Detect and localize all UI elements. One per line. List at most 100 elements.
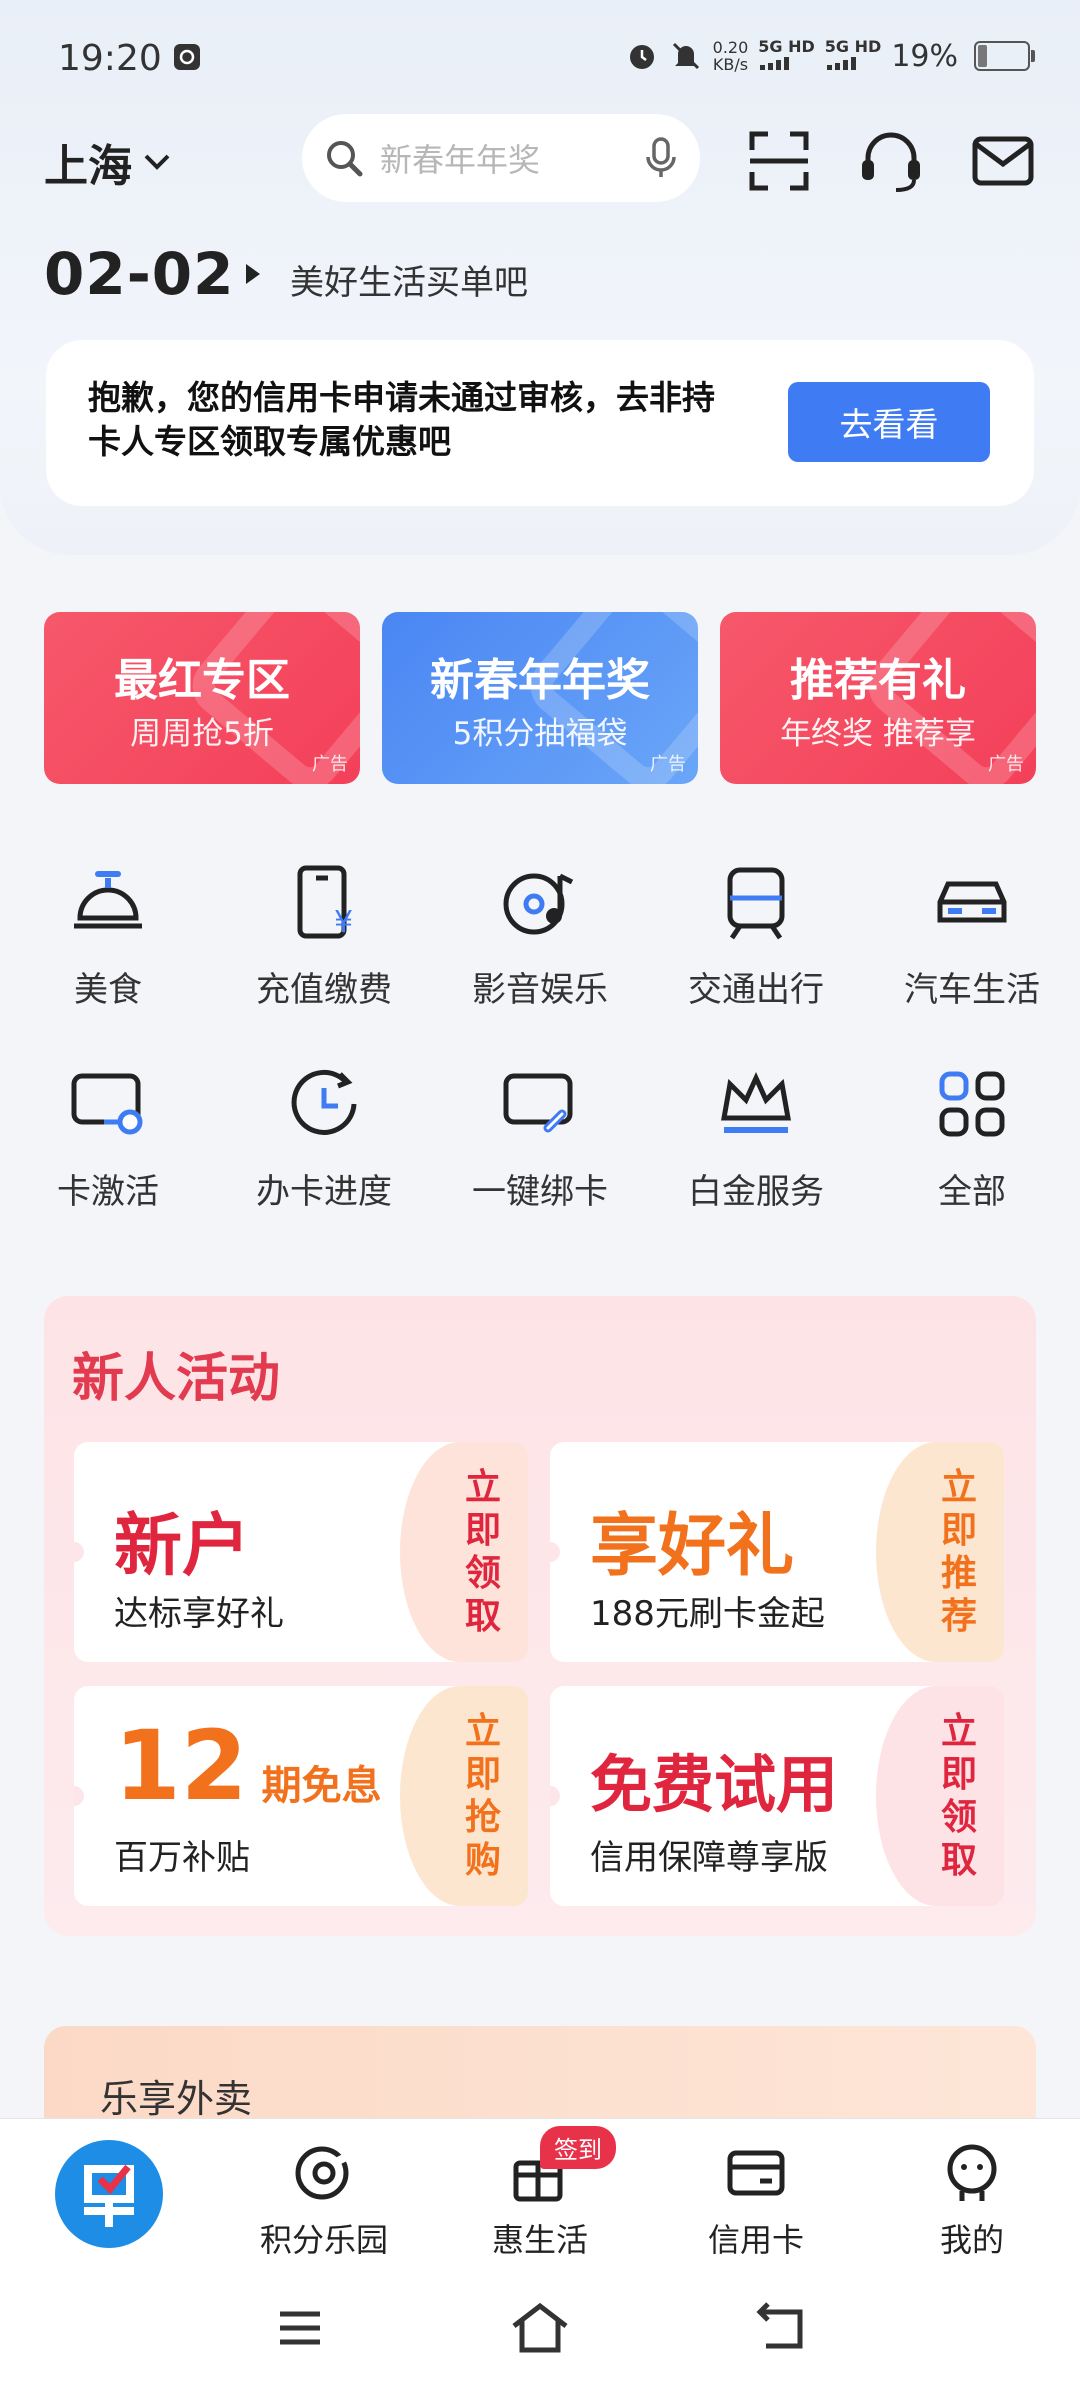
view-button[interactable]: 去看看 (788, 382, 990, 462)
coupon-headline: 新户 (114, 1507, 251, 1586)
progress-clock-icon (291, 1070, 357, 1135)
grid-label: 美食 (74, 970, 142, 1010)
coupon-headline: 免费试用 (590, 1748, 839, 1821)
application-notice-card: 抱歉，您的信用卡申请未通过审核，去非持卡人专区领取专属优惠吧 去看看 (46, 340, 1034, 506)
svg-text:¥: ¥ (334, 905, 353, 940)
section-title: 乐享外卖 (100, 2077, 253, 2121)
coupon-subtitle: 信用保障尊享版 (590, 1838, 828, 1878)
coupon-action: 立即领取 (940, 1711, 977, 1881)
coupon-headline: 12 期免息 (114, 1710, 382, 1822)
car-icon (937, 881, 1007, 923)
tab-label: 惠生活 (491, 2221, 588, 2259)
grid-item-card-activate[interactable]: 卡激活 (0, 1062, 216, 1222)
tab-label: 我的 (939, 2221, 1004, 2259)
grid-item-platinum[interactable]: 白金服务 (648, 1062, 864, 1222)
music-disc-icon (503, 873, 574, 935)
battery-percent: 19% (891, 38, 958, 74)
grid-label: 白金服务 (688, 1172, 824, 1212)
sim1-signal: 5G HD (758, 38, 815, 74)
crown-icon (721, 1071, 791, 1133)
promo-hottest[interactable]: 最红专区 周周抢5折 广告 (44, 612, 360, 784)
search-bar[interactable]: 新春年年奖 (302, 114, 700, 202)
coupon-new-account[interactable]: 新户 达标享好礼 立即领取 (74, 1442, 528, 1662)
ad-label: 广告 (988, 754, 1024, 775)
phone-recharge-icon: ¥ (297, 865, 353, 940)
play-triangle-icon (244, 262, 262, 290)
status-icons: 0.20 KB/s 5G HD 5G HD 19% (625, 38, 1035, 74)
sim2-signal: 5G HD (825, 38, 881, 74)
grid-label: 充值缴费 (256, 970, 392, 1010)
grid-label: 交通出行 (688, 970, 824, 1010)
system-nav-bar (0, 2268, 1080, 2388)
menu-icon[interactable] (270, 2298, 330, 2362)
coupon-gift[interactable]: 享好礼 188元刷卡金起 立即推荐 (550, 1442, 1004, 1662)
notice-text: 抱歉，您的信用卡申请未通过审核，去非持卡人专区领取专属优惠吧 (88, 378, 715, 461)
promo-new-year[interactable]: 新春年年奖 5积分抽福袋 广告 (382, 612, 698, 784)
coupon-subtitle: 达标享好礼 (114, 1594, 284, 1634)
promo-subtitle: 周周抢5折 (130, 716, 274, 752)
grid-item-dining[interactable]: 美食 (0, 860, 216, 1020)
grid-item-all[interactable]: 全部 (864, 1062, 1080, 1222)
coupon-action: 立即推荐 (940, 1467, 977, 1637)
mail-icon[interactable] (968, 126, 1038, 196)
promo-subtitle: 年终奖 推荐享 (780, 716, 976, 752)
coupon-action: 立即抢购 (464, 1711, 501, 1881)
grid-label: 一键绑卡 (472, 1172, 608, 1212)
grid-label: 影音娱乐 (472, 970, 608, 1010)
tab-label: 积分乐园 (259, 2221, 388, 2259)
promo-title: 推荐有礼 (790, 655, 966, 706)
grid-item-bind-card[interactable]: 一键绑卡 (432, 1062, 648, 1222)
grid-item-recharge[interactable]: ¥ 充值缴费 (216, 860, 432, 1020)
coupon-headline: 享好礼 (590, 1507, 795, 1586)
search-placeholder: 新春年年奖 (380, 141, 541, 179)
train-icon (727, 867, 785, 940)
grid-label: 汽车生活 (904, 970, 1040, 1010)
coupon-action: 立即领取 (464, 1467, 501, 1637)
grid-label: 全部 (938, 1172, 1006, 1212)
customer-service-icon[interactable] (856, 126, 926, 196)
city-selector[interactable]: 上海 (44, 130, 172, 194)
grid-item-card-progress[interactable]: 办卡进度 (216, 1062, 432, 1222)
alarm-icon (629, 45, 654, 69)
card-activate-icon (71, 1073, 143, 1135)
ad-label: 广告 (650, 754, 686, 775)
coupon-subtitle: 百万补贴 (114, 1838, 250, 1878)
tab-home[interactable] (54, 2139, 164, 2253)
promo-subtitle: 5积分抽福袋 (452, 716, 628, 752)
ad-label: 广告 (312, 754, 348, 775)
app-indicator-icon (172, 42, 202, 76)
grid-label: 办卡进度 (256, 1172, 392, 1212)
dining-bell-icon (74, 871, 142, 929)
card-link-icon (503, 1073, 573, 1133)
back-icon[interactable] (750, 2298, 810, 2362)
tab-label: 信用卡 (707, 2221, 804, 2259)
microphone-icon[interactable] (644, 136, 678, 180)
coupon-free-trial[interactable]: 免费试用 信用保障尊享版 立即领取 (550, 1686, 1004, 1906)
tab-points[interactable]: 积分乐园 (234, 2141, 414, 2261)
tab-credit-card[interactable]: 信用卡 (666, 2141, 846, 2261)
points-icon (295, 2146, 352, 2200)
grid-item-entertainment[interactable]: 影音娱乐 (432, 860, 648, 1020)
section-title: 新人活动 (72, 1349, 281, 1409)
new-user-section: 新人活动 新户 达标享好礼 立即领取 享好礼 188元刷卡金起 立即推荐 12 期… (44, 1296, 1036, 1936)
home-icon[interactable] (508, 2298, 572, 2362)
grid-label: 卡激活 (57, 1172, 159, 1212)
profile-icon (947, 2144, 997, 2201)
scan-icon[interactable] (744, 126, 814, 196)
all-grid-icon (939, 1071, 1005, 1137)
battery-icon (974, 41, 1035, 71)
chevron-down-icon (144, 154, 170, 170)
grid-item-car[interactable]: 汽车生活 (864, 860, 1080, 1020)
tab-mine[interactable]: 我的 (882, 2141, 1062, 2261)
promo-referral[interactable]: 推荐有礼 年终奖 推荐享 广告 (720, 612, 1036, 784)
coupon-subtitle: 188元刷卡金起 (590, 1594, 825, 1634)
status-bar: 19:20 0.20 KB/s 5G HD 5G HD 19% (0, 0, 1080, 120)
status-time: 19:20 (58, 38, 162, 79)
promo-title: 最红专区 (114, 655, 290, 706)
promo-title: 新春年年奖 (430, 655, 650, 706)
coupon-interest-free[interactable]: 12 期免息 百万补贴 立即抢购 (74, 1686, 528, 1906)
slogan-text: 美好生活买单吧 (290, 263, 528, 303)
grid-item-transport[interactable]: 交通出行 (648, 860, 864, 1020)
sign-in-badge: 签到 (540, 2126, 616, 2169)
search-icon (327, 141, 363, 177)
